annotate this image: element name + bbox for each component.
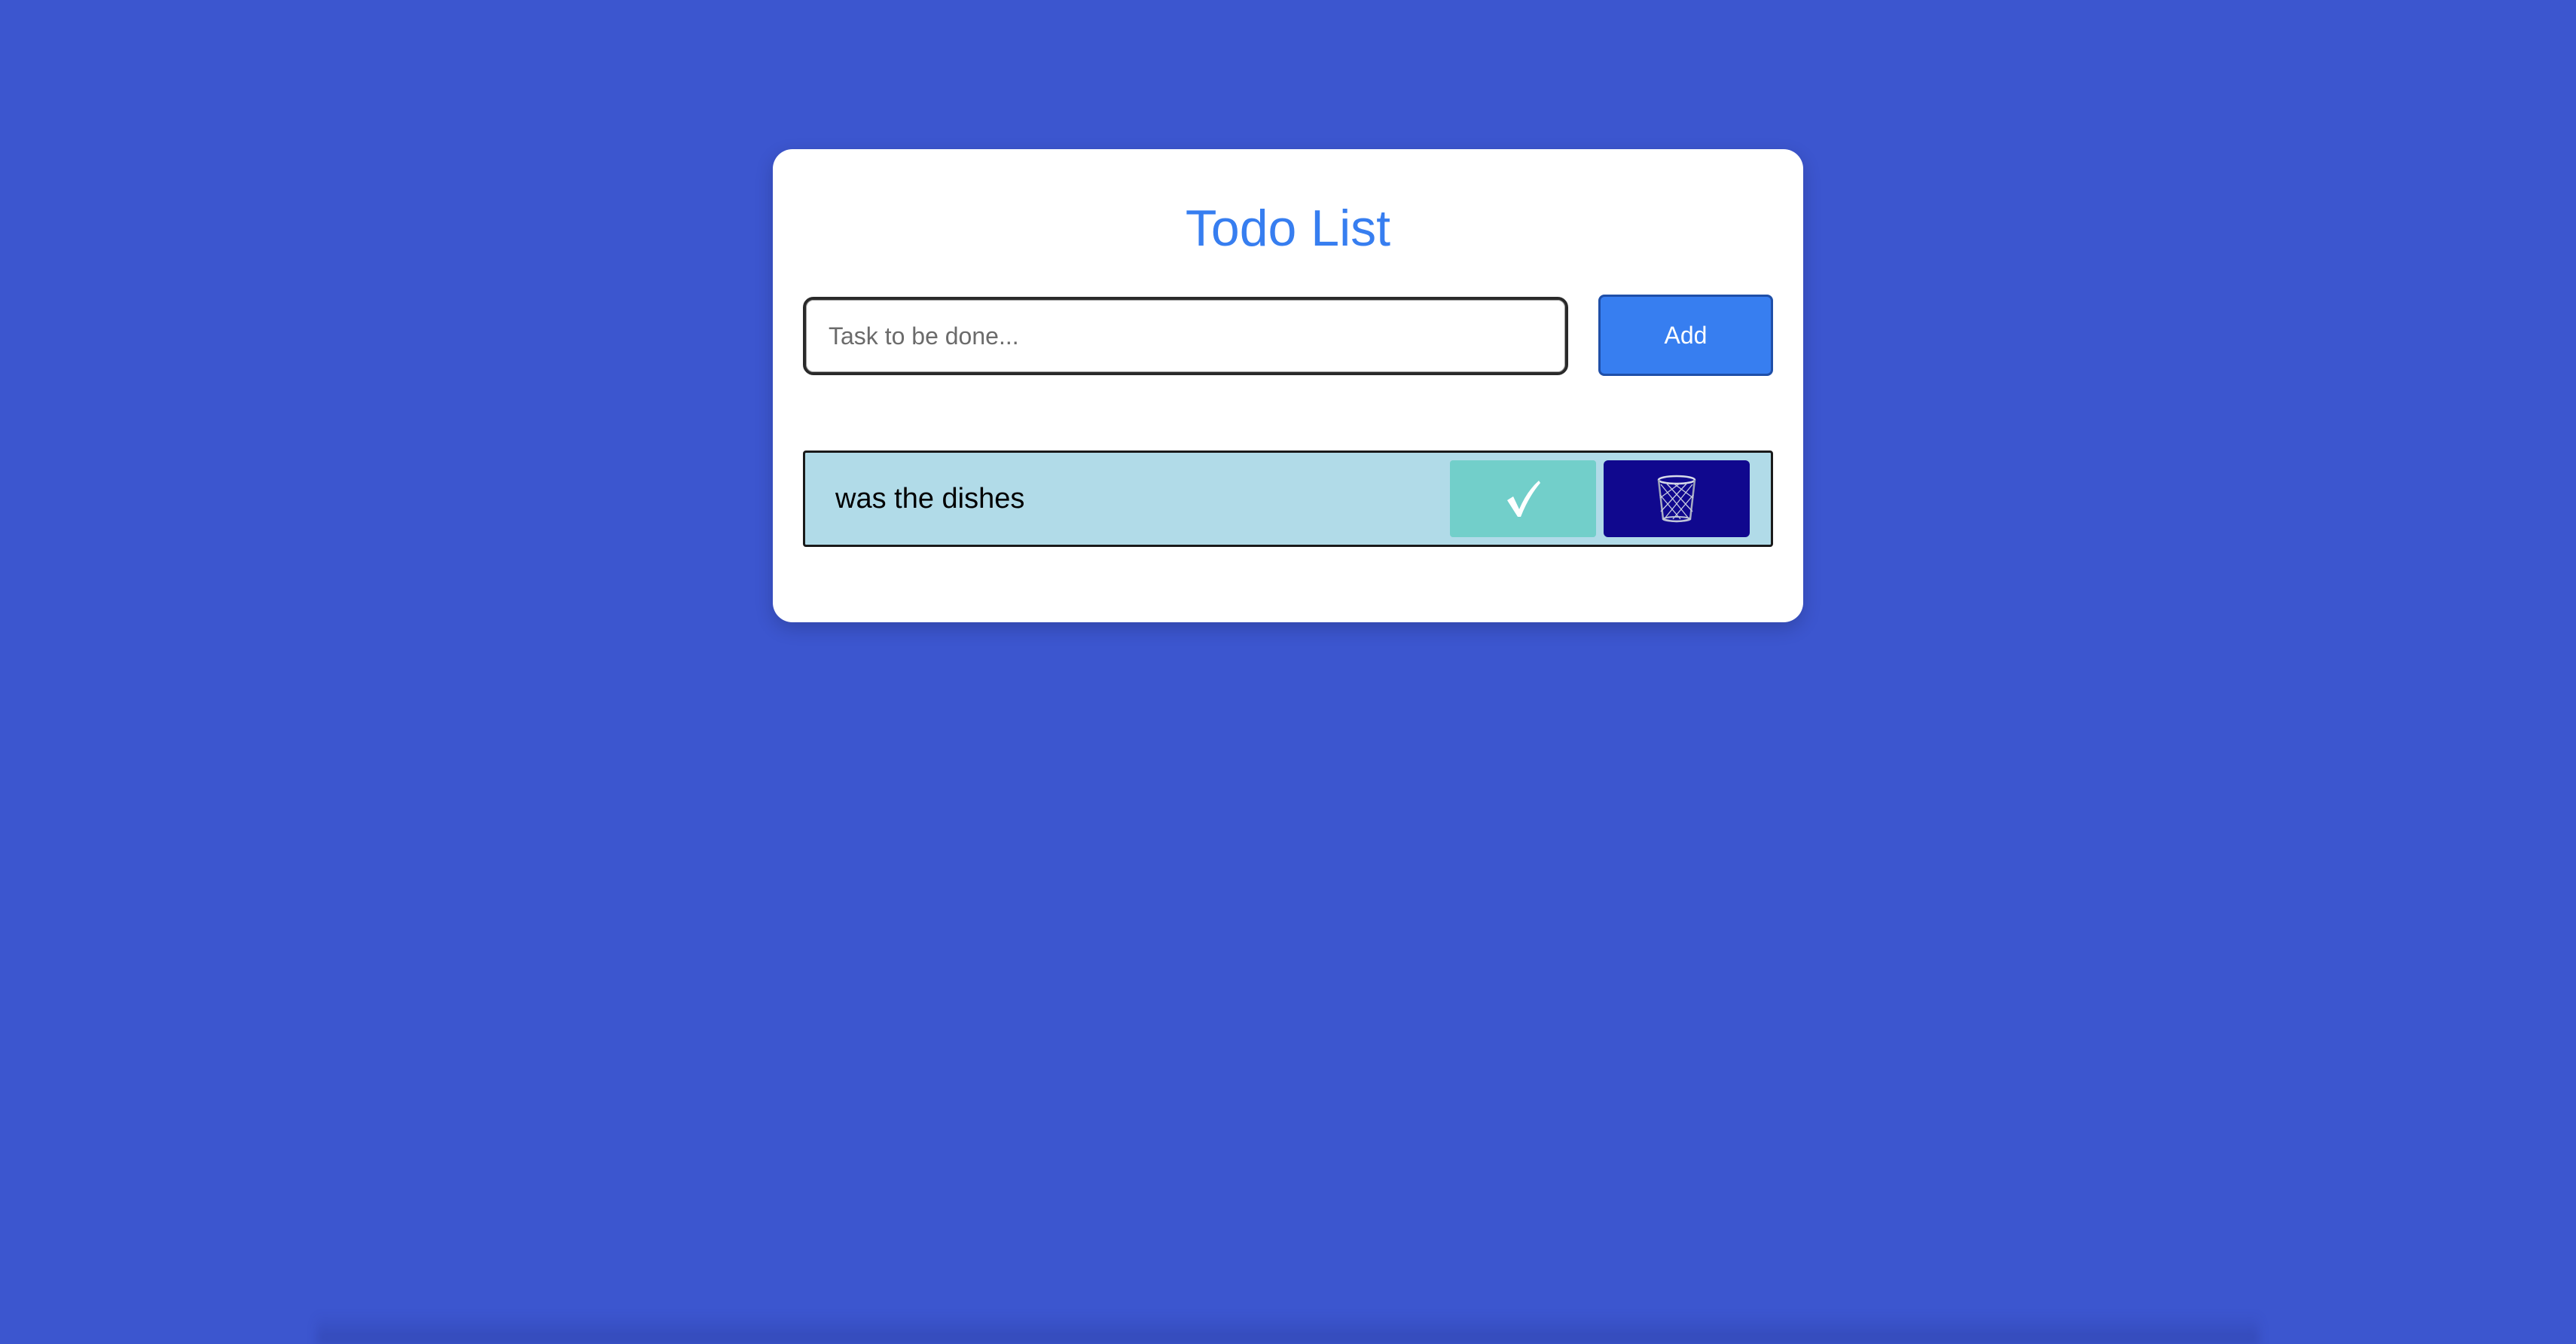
todo-item-text: was the dishes: [835, 483, 1025, 515]
trash-icon: [1657, 475, 1696, 523]
task-input[interactable]: [803, 297, 1568, 375]
complete-button[interactable]: [1450, 460, 1596, 537]
todo-list: was the dishes: [803, 451, 1773, 547]
delete-button[interactable]: [1604, 460, 1750, 537]
page-bottom-shadow: [316, 1314, 2260, 1344]
todo-item: was the dishes: [803, 451, 1773, 547]
page-title: Todo List: [1185, 200, 1391, 257]
checkmark-icon: [1507, 481, 1540, 517]
todo-card: Todo List Add was the dishes: [773, 149, 1803, 622]
add-button[interactable]: Add: [1598, 295, 1773, 376]
